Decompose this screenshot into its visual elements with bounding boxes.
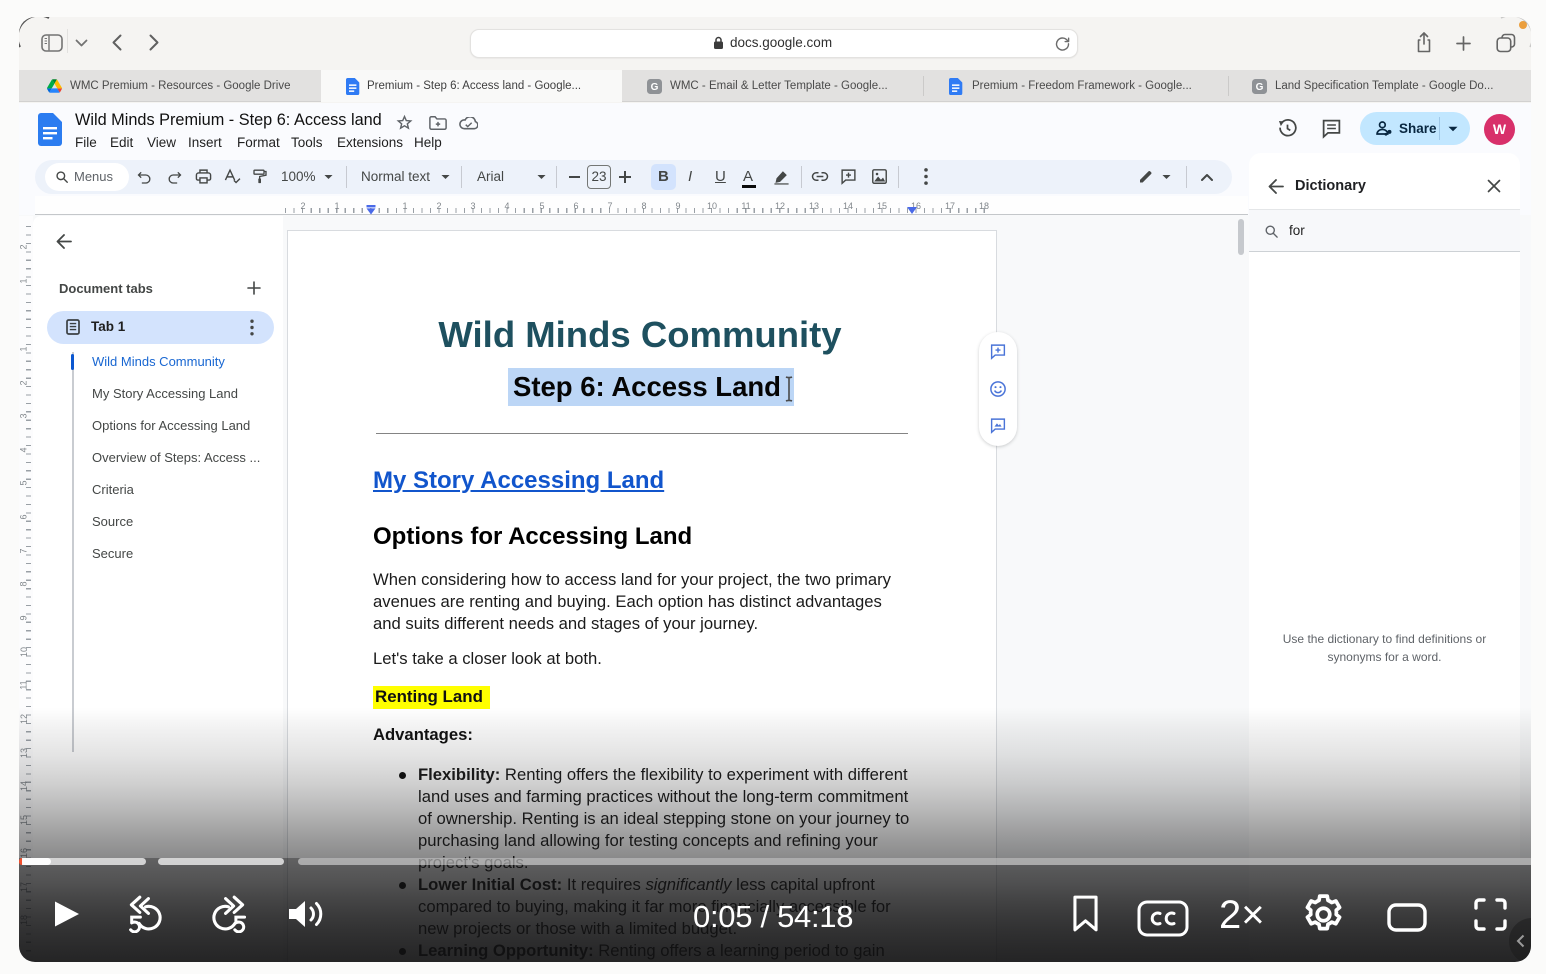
svg-text:G: G: [1256, 82, 1264, 93]
svg-text:G: G: [651, 82, 659, 93]
